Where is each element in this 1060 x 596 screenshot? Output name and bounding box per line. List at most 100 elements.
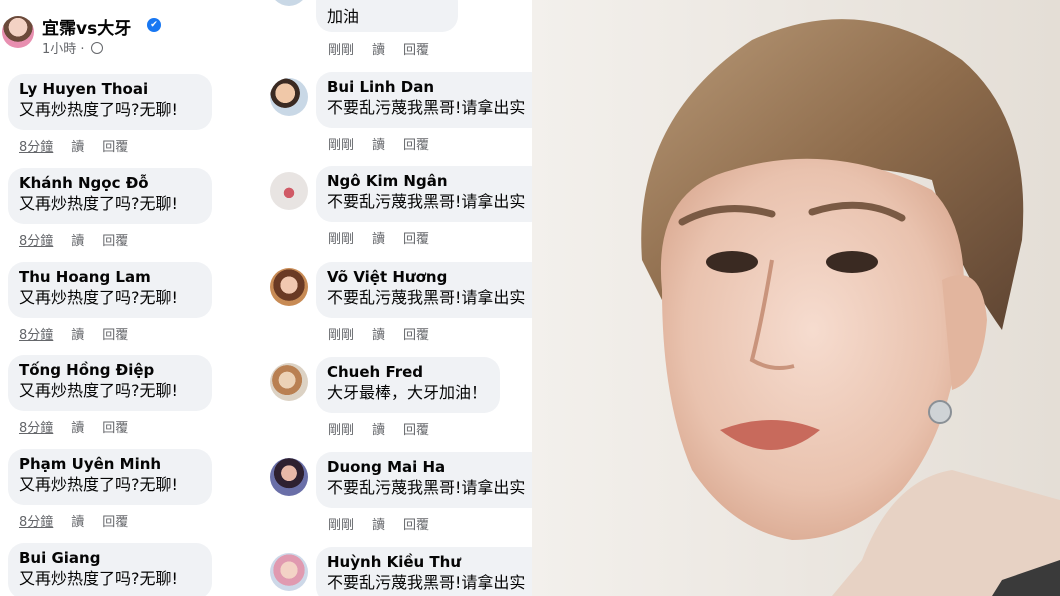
comment-actions: 8分鐘讀回覆: [19, 417, 146, 436]
comment-bubble: Bui Linh Dan 不要乱污蔑我黑哥!请拿出实: [316, 72, 532, 128]
comment-time[interactable]: 8分鐘: [19, 136, 53, 155]
comment-author[interactable]: Thu Hoang Lam: [19, 268, 201, 287]
comment-actions: 剛剛讀回覆: [328, 39, 447, 58]
comment-actions: 剛剛讀回覆: [328, 514, 447, 533]
comment-time[interactable]: 剛剛: [328, 39, 354, 58]
comment-actions: 剛剛讀回覆: [328, 419, 447, 438]
comment-text: 不要乱污蔑我黑哥!请拿出实: [327, 192, 526, 211]
comment-text: 又再炒热度了吗?无聊!: [19, 288, 178, 307]
reply-link[interactable]: 回覆: [403, 228, 429, 247]
read-link[interactable]: 讀: [372, 134, 385, 153]
middle-comments-panel: 加油 剛剛讀回覆 Bui Linh Dan 不要乱污蔑我黑哥!请拿出实 剛剛讀回…: [264, 0, 532, 596]
comment-actions: 8分鐘讀回覆: [19, 324, 146, 343]
read-link[interactable]: 讀: [372, 39, 385, 58]
comment-time[interactable]: 剛剛: [328, 419, 354, 438]
reply-link[interactable]: 回覆: [102, 324, 128, 343]
comment-bubble: Ngô Kim Ngân 不要乱污蔑我黑哥!请拿出实: [316, 166, 532, 222]
comment-bubble: Tống Hồng Điệp 又再炒热度了吗?无聊!: [8, 355, 212, 411]
reply-link[interactable]: 回覆: [102, 136, 128, 155]
comment-author[interactable]: Chueh Fred: [327, 363, 489, 382]
comment-bubble: Duong Mai Ha 不要乱污蔑我黑哥!请拿出实: [316, 452, 532, 508]
commenter-avatar[interactable]: [270, 268, 308, 306]
verified-badge-icon: ✔: [147, 18, 161, 32]
left-eye: [706, 251, 758, 273]
page-avatar[interactable]: [2, 16, 34, 48]
read-link[interactable]: 讀: [372, 419, 385, 438]
read-link[interactable]: 讀: [71, 230, 84, 249]
earring: [928, 400, 952, 424]
comment-actions: 剛剛讀回覆: [328, 228, 447, 247]
globe-icon: [90, 42, 103, 54]
reply-link[interactable]: 回覆: [102, 417, 128, 436]
portrait-illustration: [532, 0, 1060, 596]
read-link[interactable]: 讀: [71, 511, 84, 530]
comment-text: 加油: [327, 7, 360, 26]
commenter-avatar[interactable]: [270, 458, 308, 496]
comment-author[interactable]: Phạm Uyên Minh: [19, 455, 201, 474]
comment-time[interactable]: 剛剛: [328, 514, 354, 533]
comment-text: 又再炒热度了吗?无聊!: [19, 194, 178, 213]
read-link[interactable]: 讀: [71, 417, 84, 436]
comment-bubble: Bui Giang 又再炒热度了吗?无聊!: [8, 543, 212, 596]
comment-author[interactable]: Ngô Kim Ngân: [327, 172, 532, 191]
comment-time[interactable]: 8分鐘: [19, 230, 53, 249]
comment-time[interactable]: 8分鐘: [19, 417, 53, 436]
commenter-avatar[interactable]: [270, 172, 308, 210]
comment-text: 不要乱污蔑我黑哥!请拿出实: [327, 478, 526, 497]
read-link[interactable]: 讀: [372, 228, 385, 247]
reply-link[interactable]: 回覆: [102, 511, 128, 530]
reply-link[interactable]: 回覆: [403, 39, 429, 58]
post-time-text[interactable]: 1小時 ·: [42, 42, 85, 57]
portrait-photo: [532, 0, 1060, 596]
comment-time[interactable]: 剛剛: [328, 324, 354, 343]
read-link[interactable]: 讀: [372, 514, 385, 533]
comment-author[interactable]: Võ Việt Hương: [327, 268, 532, 287]
comment-author[interactable]: Khánh Ngọc Đỗ: [19, 174, 201, 193]
reply-link[interactable]: 回覆: [403, 514, 429, 533]
comment-actions: 剛剛讀回覆: [328, 324, 447, 343]
commenter-avatar[interactable]: [270, 0, 308, 6]
comment-author[interactable]: Tống Hồng Điệp: [19, 361, 201, 380]
read-link[interactable]: 讀: [71, 136, 84, 155]
comment-author[interactable]: Bui Giang: [19, 549, 201, 568]
commenter-avatar[interactable]: [270, 363, 308, 401]
comment-time[interactable]: 8分鐘: [19, 511, 53, 530]
comment-actions: 8分鐘讀回覆: [19, 136, 146, 155]
comment-text: 不要乱污蔑我黑哥!请拿出实: [327, 98, 526, 117]
post-time[interactable]: 1小時 ·: [42, 38, 103, 57]
comment-author[interactable]: Ly Huyen Thoai: [19, 80, 201, 99]
comment-text: 又再炒热度了吗?无聊!: [19, 100, 178, 119]
comment-text: 又再炒热度了吗?无聊!: [19, 569, 178, 588]
comment-bubble: Phạm Uyên Minh 又再炒热度了吗?无聊!: [8, 449, 212, 505]
comment-author[interactable]: Bui Linh Dan: [327, 78, 532, 97]
reply-link[interactable]: 回覆: [403, 324, 429, 343]
comment-text: 不要乱污蔑我黑哥!请拿出实: [327, 288, 526, 307]
comment-author[interactable]: Huỳnh Kiều Thư: [327, 553, 532, 572]
page-name[interactable]: 宜霈vs大牙: [42, 14, 131, 39]
comment-text: 又再炒热度了吗?无聊!: [19, 475, 178, 494]
comment-time[interactable]: 剛剛: [328, 228, 354, 247]
comment-time[interactable]: 8分鐘: [19, 324, 53, 343]
comment-bubble: 加油: [316, 0, 458, 32]
comment-time[interactable]: 剛剛: [328, 134, 354, 153]
comment-bubble: Ly Huyen Thoai 又再炒热度了吗?无聊!: [8, 74, 212, 130]
comment-bubble: Thu Hoang Lam 又再炒热度了吗?无聊!: [8, 262, 212, 318]
read-link[interactable]: 讀: [71, 324, 84, 343]
reply-link[interactable]: 回覆: [102, 230, 128, 249]
comment-bubble: Võ Việt Hương 不要乱污蔑我黑哥!请拿出实: [316, 262, 532, 318]
reply-link[interactable]: 回覆: [403, 134, 429, 153]
post-header: 宜霈vs大牙 ✔ 1小時 ·: [0, 6, 264, 60]
comment-actions: 8分鐘讀回覆: [19, 230, 146, 249]
reply-link[interactable]: 回覆: [403, 419, 429, 438]
commenter-avatar[interactable]: [270, 78, 308, 116]
comment-bubble: Khánh Ngọc Đỗ 又再炒热度了吗?无聊!: [8, 168, 212, 224]
comment-text: 大牙最棒，大牙加油！: [327, 383, 488, 402]
comment-author[interactable]: Duong Mai Ha: [327, 458, 532, 477]
left-comments-panel: 宜霈vs大牙 ✔ 1小時 · Ly Huyen Thoai 又再炒热度了吗?无聊…: [0, 0, 264, 596]
comment-actions: 8分鐘讀回覆: [19, 511, 146, 530]
comment-bubble: Huỳnh Kiều Thư 不要乱污蔑我黑哥!请拿出实: [316, 547, 532, 596]
comment-actions: 剛剛讀回覆: [328, 134, 447, 153]
comment-bubble: Chueh Fred 大牙最棒，大牙加油！: [316, 357, 500, 413]
read-link[interactable]: 讀: [372, 324, 385, 343]
commenter-avatar[interactable]: [270, 553, 308, 591]
